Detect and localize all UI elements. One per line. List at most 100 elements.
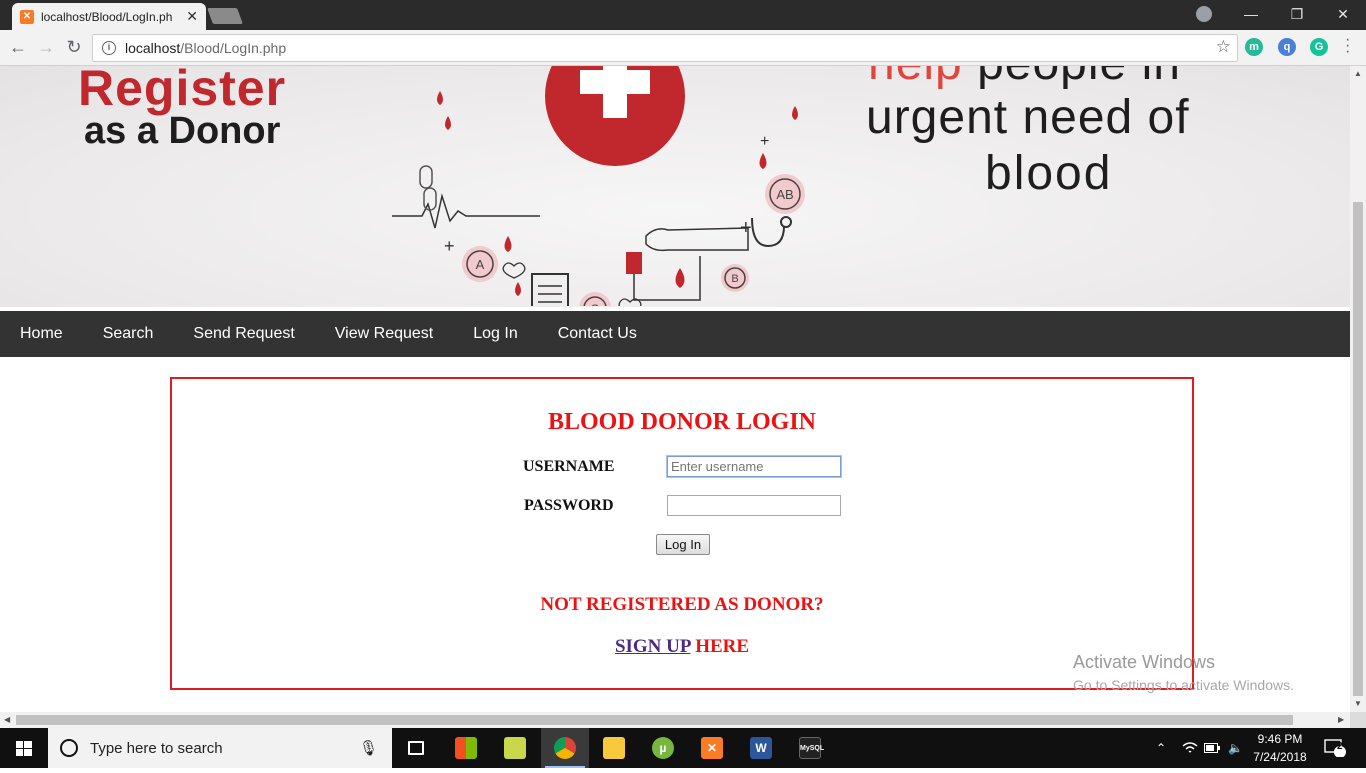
clock-date: 7/24/2018 bbox=[1253, 750, 1307, 764]
scroll-left-arrow-icon[interactable]: ◀ bbox=[4, 715, 10, 724]
horizontal-scrollbar[interactable]: ◀ ▶ bbox=[0, 712, 1350, 728]
url-bar[interactable]: i localhost/Blood/LogIn.php ☆ bbox=[92, 34, 1238, 62]
xampp-icon[interactable]: ✕ bbox=[688, 728, 736, 768]
close-window-button[interactable]: ✕ bbox=[1320, 0, 1366, 30]
tab-title: localhost/Blood/LogIn.ph bbox=[40, 9, 173, 24]
scroll-down-arrow-icon[interactable]: ▼ bbox=[1354, 699, 1362, 708]
activate-windows-title: Activate Windows bbox=[1073, 652, 1216, 672]
password-input[interactable] bbox=[667, 495, 841, 516]
tray-expand-icon[interactable]: ⌃ bbox=[1156, 728, 1166, 768]
clock-time: 9:46 PM bbox=[1257, 732, 1303, 746]
heart-icon bbox=[502, 262, 526, 279]
mysql-workbench-icon[interactable]: MySQL bbox=[786, 728, 834, 768]
profile-icon[interactable] bbox=[1196, 6, 1212, 22]
activate-windows-subtitle: Go to Settings to activate Windows. bbox=[1073, 677, 1294, 693]
scrollbar-corner bbox=[1350, 712, 1366, 728]
nav-home[interactable]: Home bbox=[20, 325, 63, 343]
login-form-box: BLOOD DONOR LOGIN USERNAME PASSWORD Log … bbox=[170, 377, 1194, 690]
minimize-button[interactable]: — bbox=[1228, 0, 1274, 30]
scroll-right-arrow-icon[interactable]: ▶ bbox=[1338, 715, 1344, 724]
volume-icon[interactable]: 🔈 bbox=[1228, 728, 1243, 768]
wifi-icon[interactable] bbox=[1182, 728, 1198, 768]
signup-here-text: HERE bbox=[690, 636, 750, 657]
forward-button[interactable]: → bbox=[34, 36, 58, 60]
horizontal-scroll-thumb[interactable] bbox=[16, 715, 1293, 725]
word-icon[interactable]: W bbox=[737, 728, 785, 768]
maximize-button[interactable]: ❐ bbox=[1274, 0, 1320, 30]
banner-donor-text: as a Donor bbox=[84, 110, 281, 152]
back-button[interactable]: ← bbox=[6, 36, 30, 60]
blood-donation-illustration: AB A B O bbox=[392, 66, 805, 306]
blood-bag-icon bbox=[626, 252, 642, 274]
battery-icon[interactable] bbox=[1204, 728, 1220, 768]
vertical-scroll-thumb[interactable] bbox=[1353, 202, 1363, 696]
browser-tab[interactable]: ✕ localhost/Blood/LogIn.ph ✕ bbox=[12, 3, 206, 30]
svg-text:+: + bbox=[444, 236, 455, 256]
tab-close-icon[interactable]: ✕ bbox=[186, 8, 198, 25]
username-label: USERNAME bbox=[523, 458, 615, 475]
password-label: PASSWORD bbox=[524, 497, 614, 514]
extension-m-icon[interactable]: m bbox=[1245, 38, 1263, 56]
nav-log-in[interactable]: Log In bbox=[473, 325, 517, 343]
hero-banner: Register as a Donor help people in urgen… bbox=[0, 66, 1350, 307]
grammarly-icon[interactable]: G bbox=[1310, 38, 1328, 56]
file-explorer-icon[interactable] bbox=[590, 728, 638, 768]
action-center-icon[interactable]: 2 bbox=[1324, 728, 1346, 768]
taskbar-clock[interactable]: 9:46 PM 7/24/2018 bbox=[1248, 730, 1312, 766]
login-title: BLOOD DONOR LOGIN bbox=[547, 409, 817, 435]
spreadsheet-app-icon[interactable] bbox=[491, 728, 539, 768]
xampp-favicon-icon: ✕ bbox=[20, 9, 34, 24]
reload-button[interactable]: ↻ bbox=[62, 36, 86, 60]
utorrent-icon[interactable]: µ bbox=[639, 728, 687, 768]
windows-taskbar: Type here to search 🎙 µ ✕ W MySQL ⌃ 🔈 9:… bbox=[0, 728, 1366, 768]
taskbar-search-placeholder: Type here to search bbox=[90, 739, 223, 757]
nav-contact-us[interactable]: Contact Us bbox=[558, 325, 637, 343]
info-icon[interactable]: i bbox=[102, 41, 116, 55]
svg-text:AB: AB bbox=[776, 187, 793, 202]
svg-text:O: O bbox=[590, 302, 599, 306]
medical-cross-icon bbox=[545, 66, 685, 166]
address-toolbar: ← → ↻ i localhost/Blood/LogIn.php ☆ m q … bbox=[0, 30, 1366, 66]
banner-help-text: help people in bbox=[868, 66, 1181, 91]
start-button[interactable] bbox=[0, 728, 48, 768]
browser-menu-icon[interactable]: · · · bbox=[1345, 32, 1350, 60]
nav-view-request[interactable]: View Request bbox=[335, 325, 433, 343]
heartbeat-line-icon bbox=[392, 193, 540, 229]
url-host: localhost bbox=[125, 40, 181, 56]
blood-type-a-icon: A bbox=[462, 246, 498, 282]
banner-urgent-text: urgent need of bbox=[866, 91, 1190, 144]
task-view-icon[interactable] bbox=[392, 728, 440, 768]
new-tab-button[interactable] bbox=[207, 8, 243, 24]
main-navigation: Home Search Send Request View Request Lo… bbox=[0, 311, 1350, 357]
microphone-icon[interactable]: 🎙 bbox=[359, 739, 378, 757]
signup-link[interactable]: SIGN UP bbox=[615, 636, 691, 657]
url-path: /Blood/LogIn.php bbox=[180, 40, 287, 56]
svg-text:+: + bbox=[740, 217, 752, 239]
stethoscope-icon bbox=[751, 217, 785, 248]
svg-text:B: B bbox=[731, 273, 738, 285]
bookmark-star-icon[interactable]: ☆ bbox=[1216, 37, 1231, 57]
not-registered-text: NOT REGISTERED AS DONOR? bbox=[540, 594, 824, 615]
banner-help-rest: people in bbox=[963, 66, 1181, 90]
blood-type-ab-icon: AB bbox=[765, 174, 805, 214]
username-input[interactable] bbox=[667, 456, 841, 477]
nav-send-request[interactable]: Send Request bbox=[193, 325, 294, 343]
store-app-icon[interactable] bbox=[442, 728, 490, 768]
banner-help-red: help bbox=[868, 66, 963, 90]
page-viewport: Register as a Donor help people in urgen… bbox=[0, 66, 1350, 712]
vertical-scrollbar[interactable]: ▲ ▼ bbox=[1350, 66, 1366, 712]
svg-text:A: A bbox=[476, 257, 485, 272]
browser-tab-strip: ✕ localhost/Blood/LogIn.ph ✕ — ❐ ✕ bbox=[0, 0, 1366, 30]
login-button[interactable]: Log In bbox=[656, 534, 710, 555]
scroll-up-arrow-icon[interactable]: ▲ bbox=[1354, 69, 1362, 78]
chrome-app-icon[interactable] bbox=[541, 728, 589, 768]
notification-count: 2 bbox=[1337, 741, 1343, 752]
windows-logo-icon bbox=[16, 741, 32, 756]
extension-search-icon[interactable]: q bbox=[1278, 38, 1296, 56]
nav-search[interactable]: Search bbox=[103, 325, 154, 343]
blood-type-b-icon: B bbox=[721, 264, 749, 292]
donor-arm-icon bbox=[645, 227, 749, 252]
signup-line: SIGN UP HERE bbox=[172, 636, 1192, 658]
banner-blood-text: blood bbox=[985, 147, 1113, 200]
taskbar-search-box[interactable]: Type here to search 🎙 bbox=[48, 728, 392, 768]
